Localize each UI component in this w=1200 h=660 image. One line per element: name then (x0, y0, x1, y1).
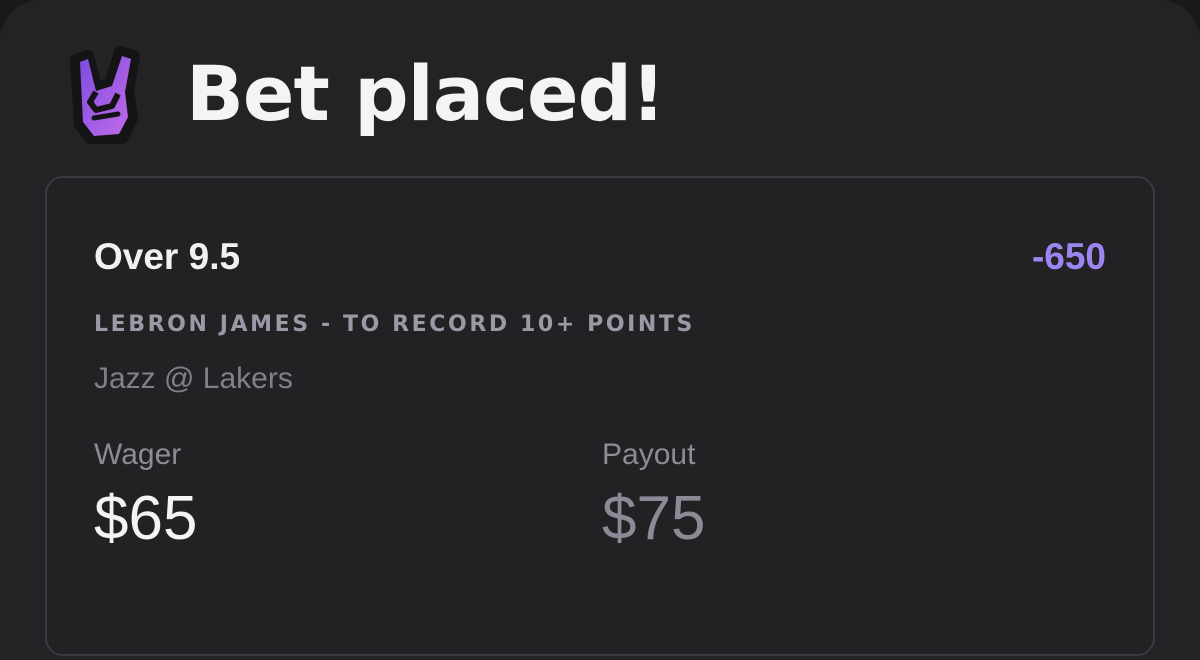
rock-hand-icon (66, 44, 148, 144)
payout-label: Payout (602, 438, 696, 471)
bet-selection-row: Over 9.5 -650 (94, 236, 1106, 278)
wager-value: $65 (94, 484, 198, 553)
wager-label: Wager (94, 438, 182, 471)
confirmation-header: Bet placed! (66, 44, 666, 144)
page-title: Bet placed! (186, 49, 666, 138)
game-matchup: Jazz @ Lakers (94, 362, 293, 395)
bet-selection: Over 9.5 (94, 236, 241, 277)
payout-block: Payout $75 (602, 440, 705, 550)
bet-market: LEBRON JAMES - TO RECORD 10+ POINTS (94, 312, 695, 337)
payout-value: $75 (602, 484, 706, 553)
bet-card: Over 9.5 -650 LEBRON JAMES - TO RECORD 1… (45, 176, 1155, 656)
bet-odds: -650 (1031, 236, 1106, 277)
bet-confirmation-sheet: Bet placed! Over 9.5 -650 LEBRON JAMES -… (0, 0, 1200, 660)
wager-block: Wager $65 (94, 440, 197, 550)
